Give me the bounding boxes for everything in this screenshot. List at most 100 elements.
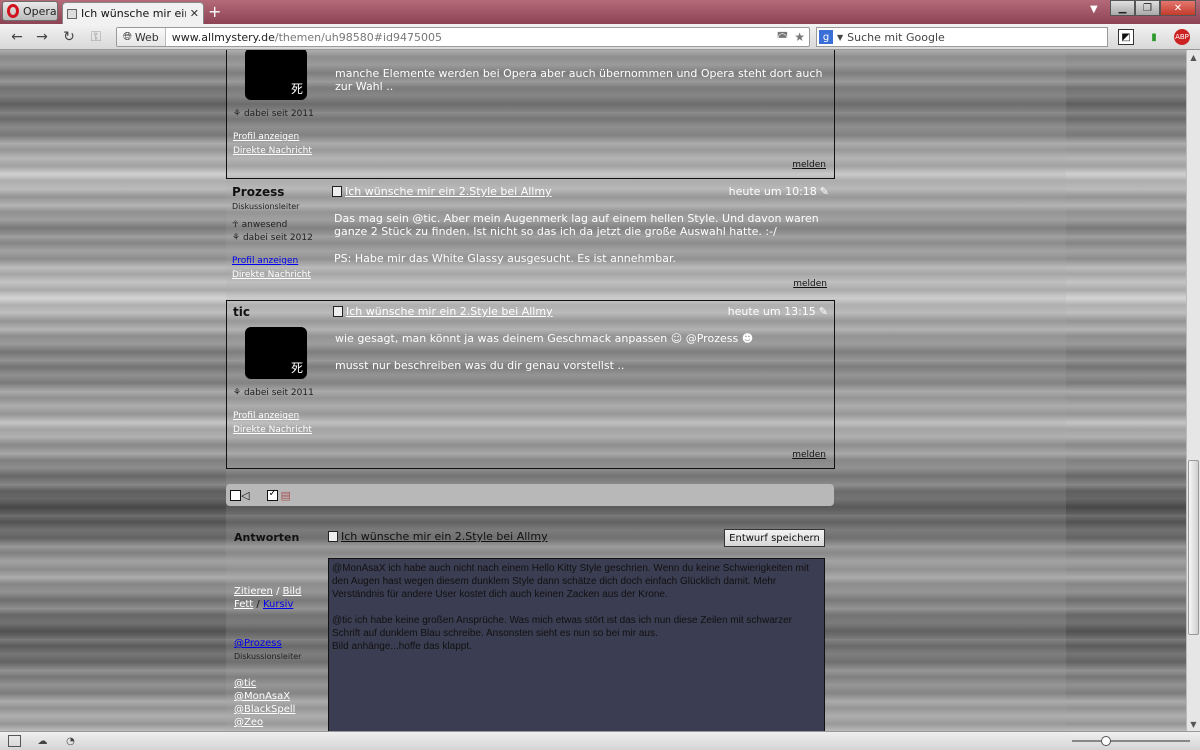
post-timestamp: heute um 13:15: [727, 305, 816, 318]
mention-link[interactable]: @BlackSpell: [234, 704, 295, 715]
opera-logo-icon: [7, 4, 19, 18]
window-controls: ▁ ❐ ✕: [1110, 0, 1196, 16]
reply-subject[interactable]: Ich wünsche mir ein 2.Style bei Allmy: [328, 530, 548, 543]
profile-link[interactable]: Profil anzeigen: [233, 130, 325, 144]
favicon-icon: [67, 8, 77, 19]
save-draft-button[interactable]: Entwurf speichern: [724, 529, 825, 547]
reply-paragraph: @MonAsaX ich habe auch nicht nach einem …: [332, 563, 809, 600]
speed-dial-icon[interactable]: ◔: [64, 735, 77, 747]
url-domain: www.allmystery.de: [171, 30, 275, 44]
pencil-icon[interactable]: ✎: [819, 305, 828, 318]
author-meta: ⚘ dabei seit 2011: [233, 387, 325, 400]
pencil-icon[interactable]: ✎: [820, 185, 829, 198]
direct-message-link[interactable]: Direkte Nachricht: [232, 268, 324, 282]
search-placeholder: Suche mit Google: [847, 30, 945, 44]
google-search-icon[interactable]: g: [819, 30, 833, 44]
tab-close-icon[interactable]: ✕: [190, 7, 199, 20]
avatar[interactable]: 死: [245, 327, 307, 379]
scroll-up-icon[interactable]: ▲: [1187, 50, 1200, 64]
subscribe-checkbox[interactable]: [267, 488, 279, 501]
post-subject-link[interactable]: Ich wünsche mir ein 2.Style bei Allmy: [345, 185, 552, 198]
panel-toggle-icon[interactable]: [8, 735, 21, 747]
author-name[interactable]: tic: [233, 305, 325, 319]
quote-button[interactable]: Zitieren: [234, 586, 273, 597]
post-subject[interactable]: Ich wünsche mir ein 2.Style bei Allmy: [332, 185, 552, 198]
image-button[interactable]: Bild: [283, 586, 302, 597]
rss-feed-icon[interactable]: ◚: [777, 30, 789, 44]
mention-role: Diskussionsleiter: [234, 652, 302, 661]
author-role: Diskussionsleiter: [232, 202, 300, 211]
sound-checkbox[interactable]: [230, 489, 241, 501]
profile-link[interactable]: Profil anzeigen: [233, 409, 325, 423]
report-link[interactable]: melden: [792, 450, 826, 460]
report-link[interactable]: melden: [792, 160, 826, 170]
calendar-icon: ⚘: [232, 233, 241, 243]
post-subject-link[interactable]: Ich wünsche mir ein 2.Style bei Allmy: [346, 305, 553, 318]
reload-button[interactable]: ↻: [60, 28, 78, 46]
calendar-icon: ⚘: [233, 109, 242, 119]
minimize-button[interactable]: ▁: [1110, 0, 1135, 16]
avatar-glyph: 死: [290, 361, 303, 375]
post-subject[interactable]: Ich wünsche mir ein 2.Style bei Allmy: [333, 305, 553, 318]
forward-button[interactable]: →: [33, 28, 51, 46]
bold-button[interactable]: Fett: [234, 599, 253, 610]
search-field[interactable]: g ▼ Suche mit Google: [816, 27, 1108, 47]
extension-icon[interactable]: ◩: [1118, 29, 1134, 45]
avatar-glyph: 死: [290, 82, 303, 96]
close-window-button[interactable]: ✕: [1160, 0, 1196, 16]
cloud-sync-icon[interactable]: ☁: [36, 735, 49, 747]
post-paragraph: PS: Habe mir das White Glassy ausgesucht…: [334, 252, 676, 265]
vertical-scrollbar[interactable]: ▲ ▼: [1186, 50, 1200, 731]
thread-options-bar: ◁ ▤: [226, 484, 834, 506]
post-paragraph: musst nur beschreiben was du dir genau v…: [335, 359, 625, 372]
signal-bars-icon[interactable]: ▮: [1146, 29, 1162, 45]
joined-date: dabei seit 2012: [242, 233, 313, 243]
reply-textarea[interactable]: @MonAsaX ich habe auch nicht nach einem …: [328, 558, 825, 731]
calendar-icon: ⚘: [233, 388, 242, 398]
online-status: anwesend: [241, 220, 288, 230]
post-time: heute um 13:15 ✎: [728, 305, 828, 318]
post-body: wie gesagt, man könnt ja was deinem Gesc…: [335, 332, 827, 386]
url-path: /themen/uh98580#id9475005: [274, 30, 442, 44]
web-badge[interactable]: 🌐︎ Web: [117, 28, 166, 46]
tool-separator: /: [256, 599, 260, 610]
author-name[interactable]: Prozess: [232, 185, 324, 199]
italic-button[interactable]: Kursiv: [263, 599, 293, 610]
tab-list-icon[interactable]: ▼: [1090, 4, 1098, 15]
avatar[interactable]: 死: [245, 50, 307, 100]
post-timestamp: heute um 10:18: [728, 185, 817, 198]
post-paragraph: Das mag sein @tic. Aber mein Augenmerk l…: [334, 212, 819, 238]
mention-prozess-link[interactable]: @Prozess: [234, 638, 282, 649]
new-tab-button[interactable]: +: [208, 2, 221, 22]
mention-link[interactable]: @MonAsaX: [234, 691, 290, 702]
globe-icon: 🌐︎: [123, 30, 132, 43]
reply-subject-text[interactable]: Ich wünsche mir ein 2.Style bei Allmy: [341, 530, 548, 543]
back-button[interactable]: ←: [8, 28, 26, 46]
tab-title: Ich wünsche mir ein 2....: [81, 7, 186, 20]
adblock-icon[interactable]: ABP: [1174, 29, 1190, 45]
direct-message-link[interactable]: Direkte Nachricht: [233, 144, 325, 158]
mention-link[interactable]: @Zeo: [234, 717, 263, 728]
key-icon[interactable]: ⚿: [87, 28, 105, 46]
maximize-button[interactable]: ❐: [1135, 0, 1160, 16]
document-icon: [328, 531, 338, 542]
report-link[interactable]: melden: [793, 279, 827, 289]
post-body: manche Elemente werden bei Opera aber au…: [335, 67, 827, 107]
address-field[interactable]: 🌐︎ Web www.allmystery.de/themen/uh98580#…: [116, 27, 810, 47]
opera-menu-button[interactable]: Opera: [2, 1, 58, 21]
zoom-slider[interactable]: [1072, 736, 1190, 746]
scrollbar-thumb[interactable]: [1188, 460, 1199, 635]
forum-post: Prozess Diskussionsleiter ☥ anwesend ⚘ d…: [226, 181, 835, 299]
zoom-slider-knob[interactable]: [1101, 736, 1112, 746]
scroll-down-icon[interactable]: ▼: [1187, 717, 1200, 731]
thread-content: 死 ⚘ dabei seit 2011 Profil anzeigen Dire…: [226, 50, 1066, 731]
status-bar: ☁ ◔: [0, 731, 1200, 750]
search-engine-chevron-icon[interactable]: ▼: [837, 33, 843, 42]
mention-link[interactable]: @tic: [234, 678, 256, 689]
tab-active[interactable]: Ich wünsche mir ein 2.... ✕: [62, 2, 204, 24]
bookmark-star-icon[interactable]: ★: [794, 30, 805, 44]
direct-message-link[interactable]: Direkte Nachricht: [233, 423, 325, 437]
profile-link[interactable]: Profil anzeigen: [232, 254, 324, 268]
address-toolbar: ← → ↻ ⚿ 🌐︎ Web www.allmystery.de/themen/…: [0, 24, 1200, 50]
post-time: heute um 10:18 ✎: [729, 185, 829, 198]
